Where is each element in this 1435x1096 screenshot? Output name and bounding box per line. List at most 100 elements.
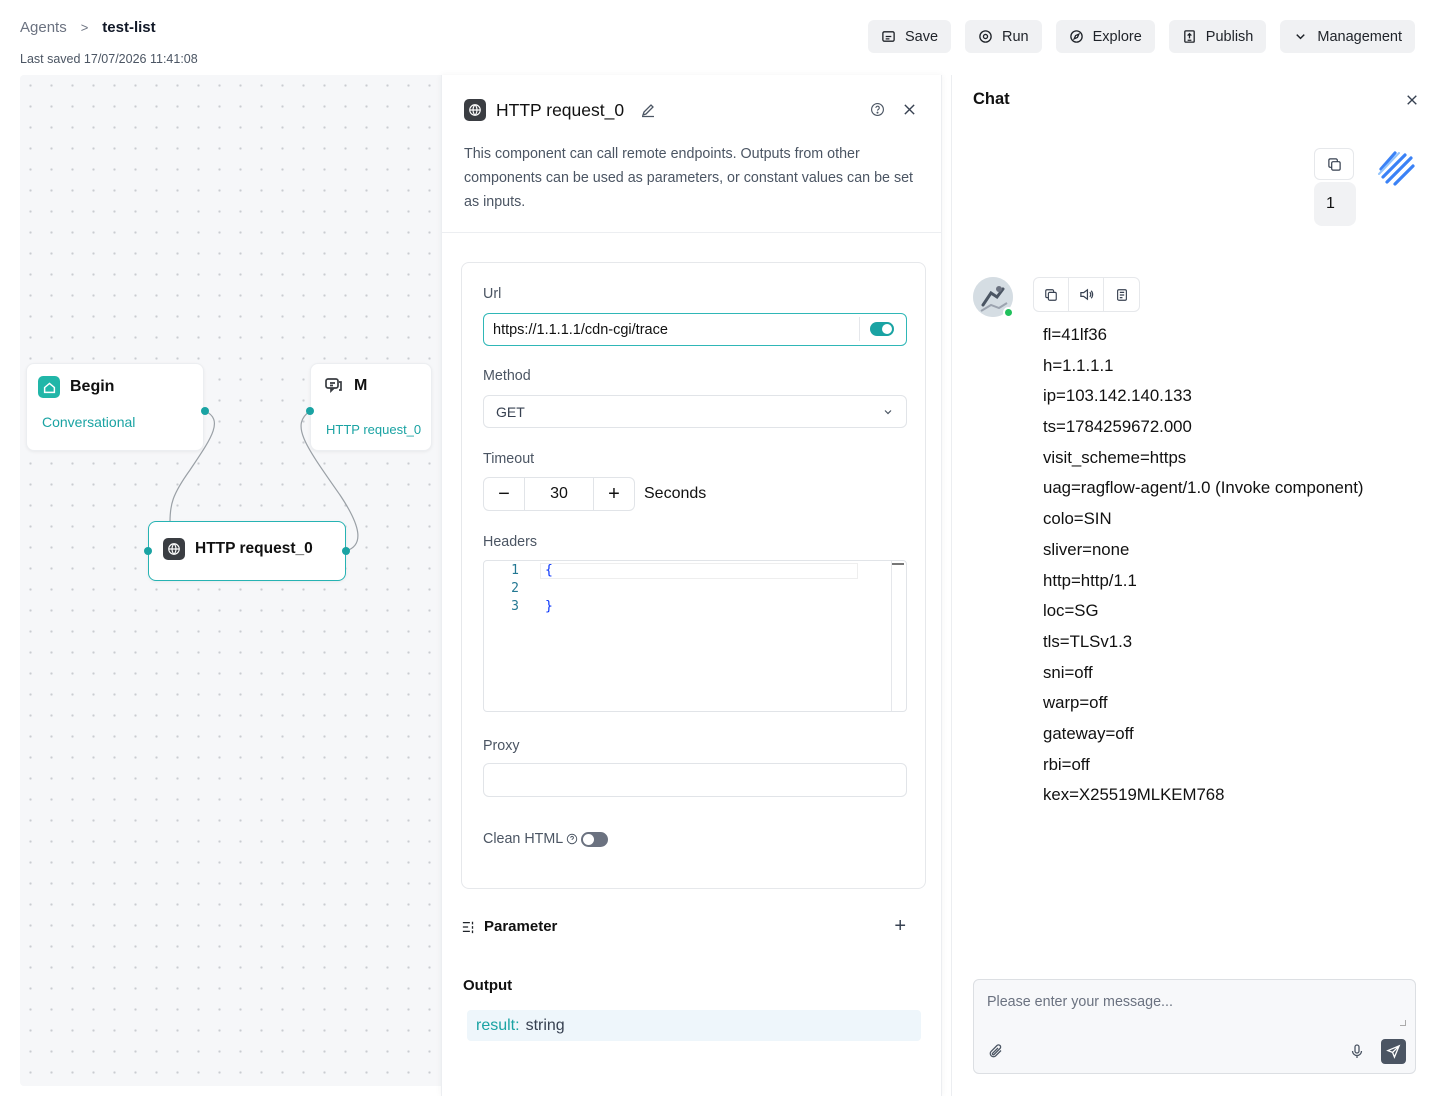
response-line: ts=1784259672.000	[1043, 417, 1192, 437]
node-http-request[interactable]: HTTP request_0	[144, 521, 350, 581]
response-line: h=1.1.1.1	[1043, 355, 1114, 375]
publish-icon	[1183, 30, 1195, 43]
http-globe-icon	[464, 99, 486, 121]
explore-button[interactable]: Explore	[1055, 20, 1155, 53]
timeout-unit-label: Seconds	[644, 485, 707, 502]
management-button-label: Management	[1317, 28, 1402, 45]
home-icon	[38, 376, 60, 398]
clean-html-toggle[interactable]	[581, 831, 609, 847]
response-line: sliver=none	[1043, 539, 1130, 559]
panel-header: HTTP request_0	[464, 99, 656, 121]
response-line: rbi=off	[1043, 754, 1090, 774]
panel-title: HTTP request_0	[496, 99, 625, 120]
pencil-icon[interactable]	[640, 102, 656, 118]
user-avatar-icon	[1378, 151, 1415, 186]
editor-line: 3 }	[484, 599, 553, 614]
close-icon[interactable]	[1406, 94, 1418, 106]
compass-icon	[1069, 30, 1083, 43]
output-type: string	[525, 1016, 565, 1034]
message-icon	[325, 378, 342, 394]
view-log-button[interactable]	[1104, 278, 1139, 311]
run-button-label: Run	[1002, 28, 1029, 45]
response-line: uag=ragflow-agent/1.0 (Invoke component)	[1043, 478, 1364, 498]
run-button[interactable]: Run	[965, 20, 1042, 53]
user-message-bubble: 1	[1314, 182, 1356, 226]
read-aloud-button[interactable]	[1069, 278, 1104, 311]
toolbar: Save Run Explore Publish Management	[867, 20, 1415, 53]
parameter-section: Parameter +	[462, 915, 917, 938]
url-variable-toggle[interactable]	[870, 322, 894, 336]
response-line: ip=103.142.140.133	[1043, 386, 1192, 406]
parameter-header: Parameter	[462, 918, 557, 935]
response-line: gateway=off	[1043, 723, 1134, 743]
message-composer[interactable]: Please enter your message...	[973, 979, 1416, 1074]
editor-scrollbar[interactable]	[891, 561, 892, 711]
online-status-indicator	[1003, 307, 1014, 318]
response-line: loc=SG	[1043, 601, 1099, 621]
node-begin[interactable]: Begin Conversational	[26, 363, 209, 451]
management-button[interactable]: Management	[1280, 20, 1415, 53]
http-config-form: Url https://1.1.1.1/cdn-cgi/trace Method…	[461, 262, 926, 889]
last-saved-label: Last saved 17/07/2026 11:41:08	[20, 52, 198, 66]
method-select-value: GET	[496, 403, 525, 420]
help-icon[interactable]	[566, 833, 578, 845]
breadcrumb-current: test-list	[102, 19, 156, 36]
proxy-input[interactable]	[483, 763, 907, 797]
publish-button[interactable]: Publish	[1168, 20, 1267, 53]
copy-icon	[1327, 157, 1341, 171]
node-message[interactable]: M HTTP request_0	[306, 363, 432, 451]
timeout-increment-button[interactable]: +	[594, 478, 634, 510]
send-button[interactable]	[1381, 1039, 1406, 1064]
proxy-label: Proxy	[483, 738, 520, 754]
chevron-down-icon	[884, 409, 892, 414]
editor-current-line	[540, 563, 858, 579]
node-http-output-handle[interactable]	[342, 547, 350, 555]
save-icon	[882, 31, 895, 42]
workflow-canvas[interactable]: Begin Conversational M HTTP request_0 HT…	[20, 75, 452, 1086]
user-message: 1	[1314, 148, 1356, 226]
clean-html-row: Clean HTML	[483, 831, 609, 847]
timeout-decrement-button[interactable]: −	[484, 478, 524, 510]
url-input-divider	[859, 317, 860, 341]
publish-button-label: Publish	[1205, 28, 1254, 45]
editor-line: 1 {	[484, 563, 553, 578]
editor-line-number: 3	[511, 599, 519, 614]
clean-html-label: Clean HTML	[483, 831, 564, 847]
mic-icon[interactable]	[1349, 1043, 1365, 1059]
panel-divider	[442, 232, 941, 233]
paperclip-icon[interactable]	[988, 1043, 1004, 1059]
breadcrumb: Agents > test-list	[20, 19, 156, 36]
copy-response-button[interactable]	[1034, 278, 1069, 311]
save-button[interactable]: Save	[867, 20, 952, 53]
breadcrumb-agents-link[interactable]: Agents	[20, 19, 67, 36]
output-label: Output	[463, 977, 513, 994]
composer-resize-handle[interactable]	[1400, 1020, 1406, 1026]
save-button-label: Save	[904, 28, 939, 45]
output-key: result:	[476, 1016, 520, 1034]
method-select[interactable]: GET	[483, 395, 907, 428]
node-begin-header: Begin	[38, 376, 114, 398]
headers-code-editor[interactable]: 1 { 2 3 }	[483, 560, 907, 712]
response-line: tls=TLSv1.3	[1043, 631, 1133, 651]
message-input[interactable]: Please enter your message...	[987, 994, 1173, 1010]
node-message-input-handle[interactable]	[306, 407, 314, 415]
copy-message-button[interactable]	[1314, 148, 1354, 180]
node-begin-output-handle[interactable]	[201, 407, 209, 415]
timeout-stepper: − 30 +	[483, 477, 635, 511]
method-label: Method	[483, 368, 531, 384]
speaker-icon	[1079, 288, 1093, 301]
add-parameter-button[interactable]: +	[894, 915, 906, 938]
timeout-label: Timeout	[483, 451, 535, 467]
response-line: http=http/1.1	[1043, 570, 1137, 590]
headers-label: Headers	[483, 534, 538, 550]
close-icon[interactable]	[903, 103, 916, 116]
chat-panel: Chat 1 fl=41lf36 h=1.1.1.1 ip=103.142.14…	[951, 75, 1435, 1096]
editor-line: 2	[484, 581, 545, 596]
assistant-message-actions	[1033, 277, 1140, 312]
timeout-value-input[interactable]: 30	[524, 478, 594, 510]
help-icon[interactable]	[870, 102, 885, 117]
node-http-input-handle[interactable]	[144, 547, 152, 555]
chevron-down-icon	[1296, 34, 1306, 40]
url-input[interactable]: https://1.1.1.1/cdn-cgi/trace	[483, 313, 907, 346]
assistant-response: fl=41lf36 h=1.1.1.1 ip=103.142.140.133 t…	[1043, 320, 1363, 811]
